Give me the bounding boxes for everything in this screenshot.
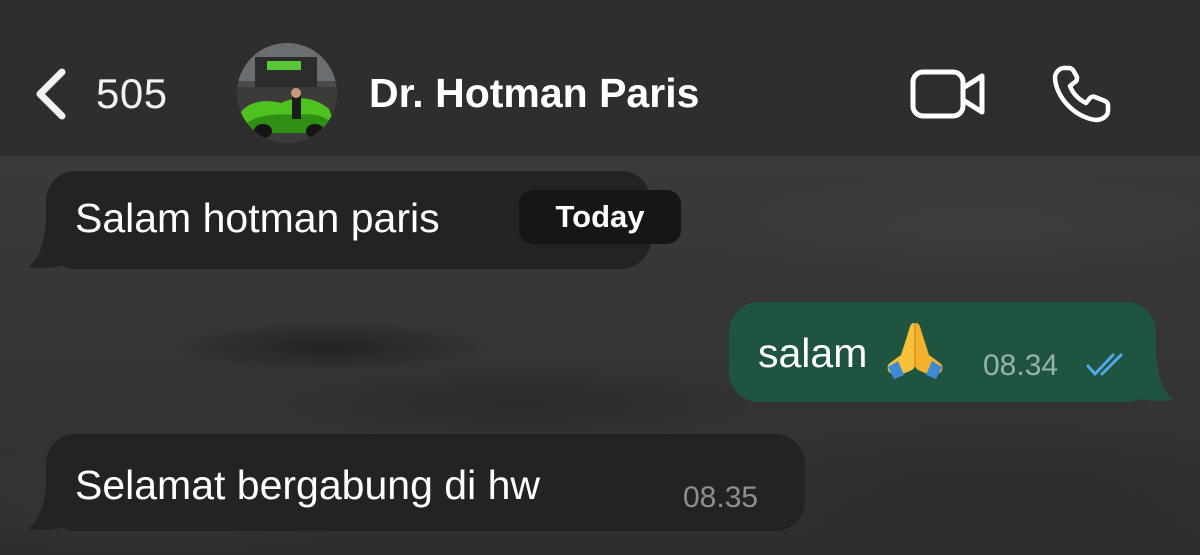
read-receipt-icon <box>1085 352 1131 385</box>
voice-call-button[interactable] <box>1050 64 1114 124</box>
phone-icon <box>1050 65 1114 128</box>
message-timestamp: 08.35 <box>683 481 759 514</box>
message-list[interactable]: Salam hotman paris Today salam 08.34 Sel… <box>0 157 1200 555</box>
folded-hands-emoji <box>884 317 946 384</box>
chat-screen: 505 Dr. Hotman Paris Salam hotman paris … <box>0 0 1200 555</box>
video-call-button[interactable] <box>909 66 987 122</box>
avatar[interactable] <box>237 43 337 143</box>
back-button[interactable]: 505 <box>30 62 168 126</box>
date-badge: Today <box>519 190 681 244</box>
unread-count: 505 <box>96 70 168 117</box>
message-text: Selamat bergabung di hw <box>75 462 540 508</box>
contact-name[interactable]: Dr. Hotman Paris <box>369 70 699 117</box>
video-camera-icon <box>909 69 987 126</box>
message-text: salam <box>758 330 868 376</box>
chat-header: 505 Dr. Hotman Paris <box>0 0 1200 157</box>
chevron-left-icon <box>30 64 70 124</box>
message-text: Salam hotman paris <box>75 195 440 241</box>
message-timestamp: 08.34 <box>983 349 1059 382</box>
